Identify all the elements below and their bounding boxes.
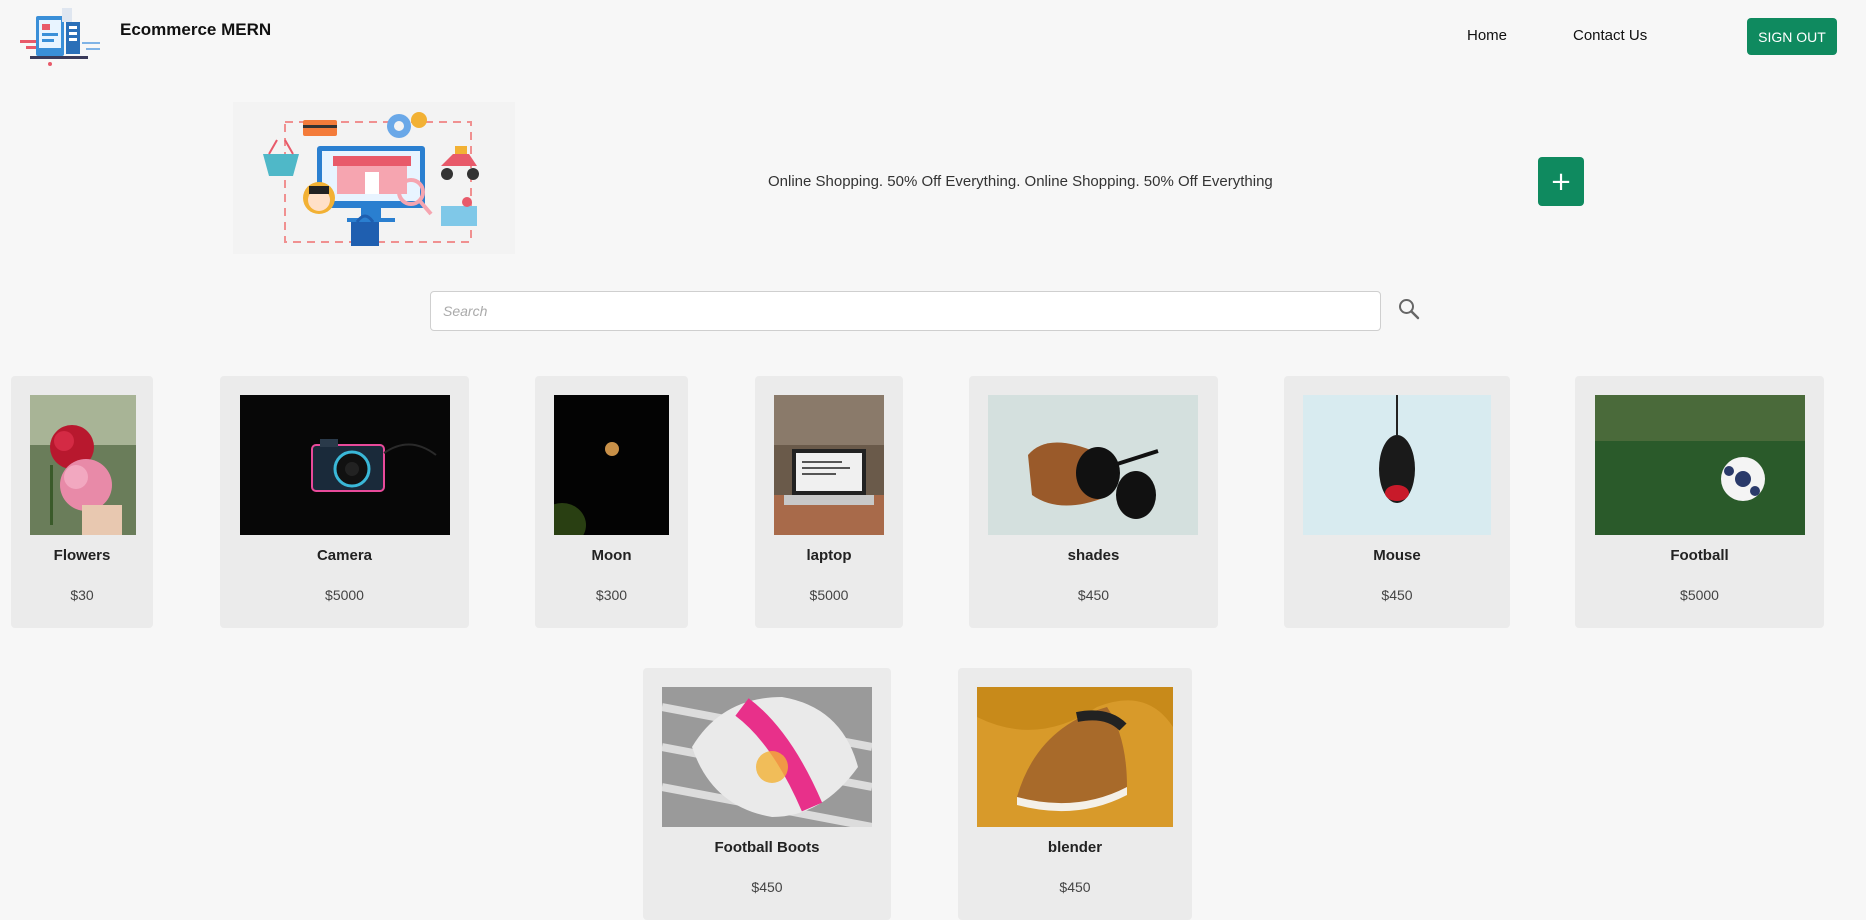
header: Ecommerce MERN Home Contact Us SIGN OUT bbox=[0, 0, 1866, 74]
product-name: laptop bbox=[806, 547, 852, 564]
product-price: $450 bbox=[1077, 587, 1110, 603]
banner-promo-text: Online Shopping. 50% Off Everything. Onl… bbox=[768, 173, 1273, 190]
add-product-button[interactable]: + bbox=[1538, 157, 1584, 206]
brand-title: Ecommerce MERN bbox=[120, 20, 272, 39]
product-image-blender bbox=[977, 687, 1173, 827]
product-name: Football Boots bbox=[714, 839, 820, 856]
product-image-moon bbox=[554, 395, 669, 535]
product-price: $5000 bbox=[325, 587, 364, 603]
search-input[interactable] bbox=[430, 291, 1381, 331]
product-card-laptop[interactable]: laptop $5000 bbox=[755, 376, 903, 628]
product-price: $300 bbox=[595, 587, 628, 603]
sign-out-button[interactable]: SIGN OUT bbox=[1747, 18, 1837, 55]
product-name: Camera bbox=[316, 547, 373, 564]
search-icon[interactable] bbox=[1397, 297, 1421, 321]
nav-contact-link[interactable]: Contact Us bbox=[1573, 27, 1647, 44]
product-image-football bbox=[1595, 395, 1805, 535]
product-name: shades bbox=[1067, 547, 1120, 564]
product-card-mouse[interactable]: Mouse $450 bbox=[1284, 376, 1510, 628]
product-card-shades[interactable]: shades $450 bbox=[969, 376, 1218, 628]
product-price: $5000 bbox=[1680, 587, 1719, 603]
product-price: $30 bbox=[70, 587, 94, 603]
product-name: Moon bbox=[591, 547, 632, 564]
product-name: blender bbox=[1047, 839, 1103, 856]
product-name: Football bbox=[1670, 547, 1729, 564]
product-card-moon[interactable]: Moon $300 bbox=[535, 376, 688, 628]
product-image-laptop bbox=[774, 395, 884, 535]
product-image-flowers bbox=[30, 395, 136, 535]
nav-home-link[interactable]: Home bbox=[1467, 27, 1507, 44]
product-name: Flowers bbox=[53, 547, 111, 564]
product-image-camera bbox=[240, 395, 450, 535]
logo[interactable] bbox=[20, 6, 104, 68]
product-image-football-boots bbox=[662, 687, 872, 827]
shopping-banner-image bbox=[233, 102, 515, 254]
product-image-shades bbox=[988, 395, 1198, 535]
product-price: $450 bbox=[751, 879, 783, 895]
product-image-mouse bbox=[1303, 395, 1491, 535]
product-card-blender[interactable]: blender $450 bbox=[958, 668, 1192, 920]
product-price: $450 bbox=[1381, 587, 1413, 603]
product-card-football[interactable]: Football $5000 bbox=[1575, 376, 1824, 628]
product-card-football-boots[interactable]: Football Boots $450 bbox=[643, 668, 891, 920]
product-card-flowers[interactable]: Flowers $30 bbox=[11, 376, 153, 628]
product-name: Mouse bbox=[1373, 547, 1421, 564]
product-price: $450 bbox=[1059, 879, 1091, 895]
product-card-camera[interactable]: Camera $5000 bbox=[220, 376, 469, 628]
product-price: $5000 bbox=[809, 587, 849, 603]
